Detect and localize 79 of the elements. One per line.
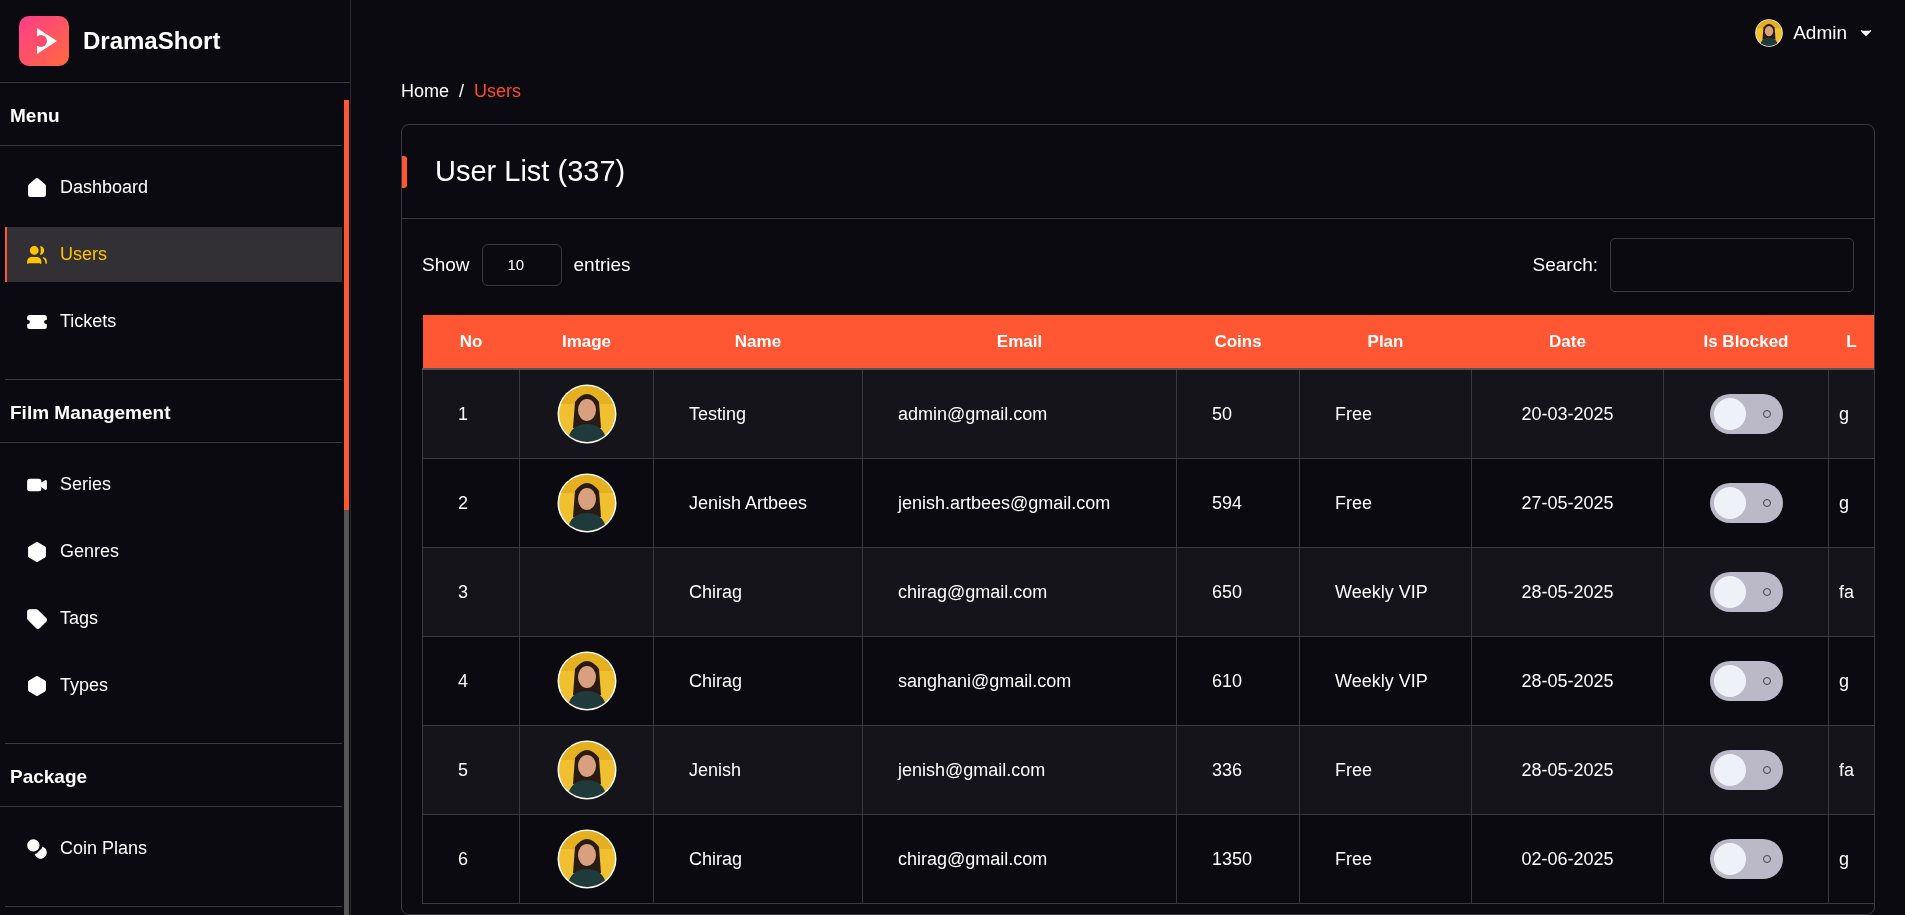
coins-cell: 336 bbox=[1212, 759, 1243, 780]
coins-icon bbox=[26, 837, 48, 860]
table-cell: g bbox=[1839, 848, 1849, 869]
sidebar-item[interactable]: Series bbox=[5, 457, 342, 512]
row-number: 4 bbox=[458, 670, 468, 691]
sidebar-section-title: Package bbox=[0, 744, 342, 807]
box-icon bbox=[26, 540, 48, 563]
scrollbar-thumb[interactable] bbox=[344, 100, 349, 510]
row-number: 1 bbox=[458, 403, 468, 424]
sidebar-item[interactable]: Tickets bbox=[5, 294, 342, 349]
sidebar-item[interactable]: Coin Plans bbox=[5, 821, 342, 876]
home-icon bbox=[26, 176, 48, 199]
blocked-toggle[interactable] bbox=[1709, 572, 1783, 612]
email-cell: jenish.artbees@gmail.com bbox=[898, 492, 1111, 513]
users-icon bbox=[26, 243, 48, 266]
show-label: Show bbox=[422, 253, 470, 276]
box-icon bbox=[26, 674, 48, 697]
breadcrumb-link[interactable]: Home bbox=[401, 80, 449, 102]
search-field[interactable] bbox=[1610, 237, 1854, 292]
plan-cell: Free bbox=[1335, 759, 1372, 780]
date-cell: 28-05-2025 bbox=[1521, 581, 1614, 602]
entries-select[interactable]: 10 bbox=[481, 243, 562, 286]
table-cell: g bbox=[1839, 403, 1849, 424]
user-name-cell: Chirag bbox=[689, 670, 743, 691]
date-cell: 20-03-2025 bbox=[1521, 403, 1614, 424]
tag-icon bbox=[26, 607, 48, 630]
user-name-cell: Jenish Artbees bbox=[689, 492, 808, 513]
sidebar-item[interactable]: Users bbox=[5, 227, 342, 282]
entries-label: entries bbox=[573, 253, 631, 276]
search-label: Search: bbox=[1532, 253, 1598, 276]
coins-cell: 650 bbox=[1212, 581, 1243, 602]
table-cell: fa bbox=[1839, 581, 1854, 602]
plan-cell: Weekly VIP bbox=[1335, 670, 1428, 691]
date-cell: 28-05-2025 bbox=[1521, 759, 1614, 780]
row-number: 2 bbox=[458, 492, 468, 513]
blocked-toggle[interactable] bbox=[1709, 839, 1783, 879]
user-name-cell: Testing bbox=[689, 403, 747, 424]
email-cell: chirag@gmail.com bbox=[898, 848, 1048, 869]
sidebar-item[interactable]: Dashboard bbox=[5, 160, 342, 215]
user-name-cell: Jenish bbox=[689, 759, 742, 780]
blocked-toggle[interactable] bbox=[1709, 483, 1783, 523]
coins-cell: 50 bbox=[1212, 403, 1233, 424]
plan-cell: Weekly VIP bbox=[1335, 581, 1428, 602]
breadcrumb-link[interactable]: Users bbox=[474, 80, 522, 102]
sidebar-item[interactable]: Tags bbox=[5, 591, 342, 646]
breadcrumb-separator: / bbox=[459, 80, 465, 102]
blocked-toggle[interactable] bbox=[1709, 394, 1783, 434]
email-cell: jenish@gmail.com bbox=[898, 759, 1046, 780]
row-number: 6 bbox=[458, 848, 468, 869]
user-name-cell: Chirag bbox=[689, 581, 743, 602]
table-cell: g bbox=[1839, 670, 1849, 691]
blocked-toggle[interactable] bbox=[1709, 661, 1783, 701]
plan-cell: Free bbox=[1335, 403, 1372, 424]
sidebar-item[interactable]: Genres bbox=[5, 524, 342, 579]
coins-cell: 610 bbox=[1212, 670, 1243, 691]
coins-cell: 1350 bbox=[1212, 848, 1253, 869]
plan-cell: Free bbox=[1335, 492, 1372, 513]
row-number: 5 bbox=[458, 759, 468, 780]
date-cell: 27-05-2025 bbox=[1521, 492, 1614, 513]
sidebar-item[interactable]: Types bbox=[5, 658, 342, 713]
date-cell: 02-06-2025 bbox=[1521, 848, 1614, 869]
email-cell: chirag@gmail.com bbox=[898, 581, 1048, 602]
email-cell: sanghani@gmail.com bbox=[898, 670, 1072, 691]
email-cell: admin@gmail.com bbox=[898, 403, 1048, 424]
sidebar-section-title: Film Management bbox=[0, 380, 342, 443]
row-number: 3 bbox=[458, 581, 468, 602]
table-cell: g bbox=[1839, 492, 1849, 513]
page-title: User List (337) bbox=[435, 155, 626, 188]
blocked-toggle[interactable] bbox=[1709, 750, 1783, 790]
table-cell: fa bbox=[1839, 759, 1854, 780]
logo-icon bbox=[19, 16, 69, 66]
title-marker bbox=[402, 156, 407, 188]
sidebar-section-title: Menu bbox=[0, 83, 342, 146]
user-name-cell: Chirag bbox=[689, 848, 743, 869]
brand-name: DramaShort bbox=[83, 27, 221, 55]
date-cell: 28-05-2025 bbox=[1521, 670, 1614, 691]
plan-cell: Free bbox=[1335, 848, 1372, 869]
coins-cell: 594 bbox=[1212, 492, 1243, 513]
user-name[interactable]: Admin bbox=[1793, 22, 1847, 44]
